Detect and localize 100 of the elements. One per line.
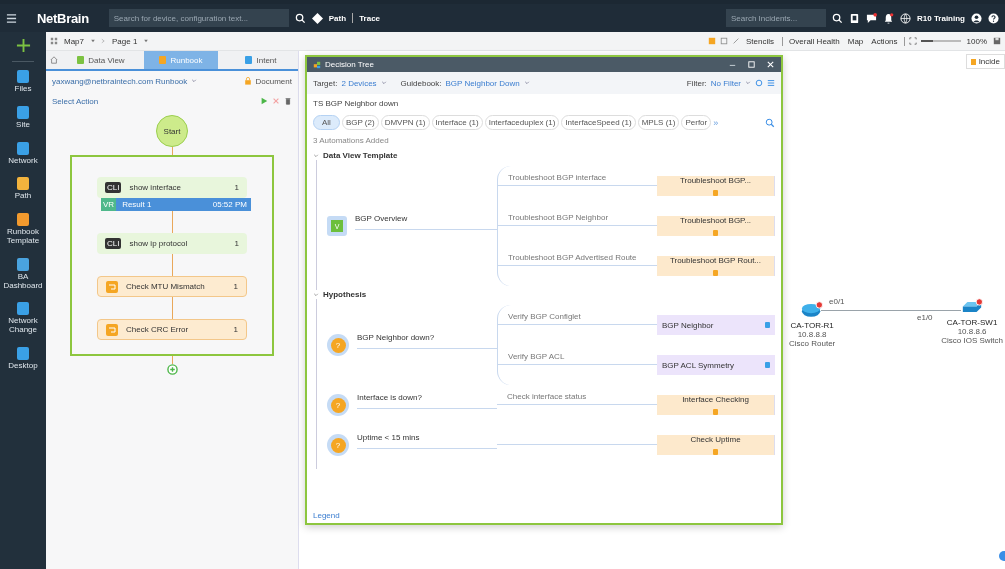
sidebar-item[interactable]: Network	[0, 141, 46, 166]
runbook-step[interactable]: CLI show ip protocol 1	[97, 233, 247, 254]
toolbar-action[interactable]: Map	[847, 36, 864, 46]
app-icon	[17, 302, 29, 316]
branch-label: Troubleshoot BGP Neighbor	[508, 213, 609, 222]
toolbar-action[interactable]: Stencils	[746, 36, 775, 46]
node-label: Uptime < 15 mins	[357, 433, 497, 449]
pen-icon[interactable]	[732, 37, 741, 45]
automation-card[interactable]: BGP Neighbor	[657, 315, 775, 335]
user-icon[interactable]	[971, 12, 982, 24]
page-menu[interactable]: Page 1	[112, 36, 138, 46]
chevron-right-icon	[100, 38, 106, 44]
automation-card[interactable]: Troubleshoot BGP...	[657, 216, 775, 236]
runbook-step[interactable]: CLI show interface 1	[97, 177, 247, 198]
bell-icon[interactable]	[883, 12, 894, 24]
sidebar-item[interactable]: Site	[0, 105, 46, 130]
grid-icon[interactable]	[50, 37, 58, 45]
map-menu[interactable]: Map7	[64, 36, 84, 46]
automation-card[interactable]: Troubleshoot BGP Rout...	[657, 256, 775, 276]
automation-card[interactable]: Troubleshoot BGP...	[657, 176, 775, 196]
app-icon	[17, 105, 29, 119]
chevron-down-icon	[380, 80, 387, 86]
check-step-icon	[106, 280, 118, 293]
app-icon	[17, 70, 29, 83]
runbook-selector[interactable]: yaxwang@netbraintech.com Runbook	[52, 76, 188, 86]
document-link[interactable]: Document	[255, 76, 292, 86]
device-name: CA-TOR-SW1	[946, 318, 998, 327]
save-icon[interactable]	[993, 37, 1001, 45]
caret-icon	[90, 38, 96, 44]
filter-dropdown[interactable]: No Filter	[710, 78, 741, 88]
node-label: Interface is down?	[357, 393, 497, 409]
sidebar-item[interactable]: Desktop	[0, 346, 46, 371]
start-node[interactable]: Start	[156, 115, 188, 147]
zoom-level: 100%	[966, 36, 987, 46]
help-icon[interactable]	[988, 12, 999, 24]
menu-icon[interactable]	[6, 12, 17, 24]
toolbar-action[interactable]: Actions	[871, 36, 898, 46]
refresh-icon[interactable]	[755, 79, 763, 87]
router-icon[interactable]	[801, 301, 824, 318]
automation-card[interactable]: BGP ACL Symmetry	[657, 355, 775, 375]
search-icon[interactable]	[294, 12, 306, 24]
square-icon[interactable]	[720, 37, 729, 45]
list-icon[interactable]	[767, 79, 775, 87]
node-label: BGP Overview	[355, 214, 497, 230]
device-type: Cisco IOS Switch	[941, 336, 1003, 345]
device-ip: 10.8.8.6	[957, 327, 987, 336]
switch-icon[interactable]	[961, 298, 984, 315]
globe-icon	[900, 12, 911, 24]
play-icon[interactable]	[260, 97, 268, 105]
chevron-down-icon	[745, 80, 751, 86]
runbook-step[interactable]: Check MTU Mismatch 1	[97, 276, 247, 297]
add-icon[interactable]	[15, 38, 31, 53]
section-title: Data View Template	[323, 151, 398, 160]
search-field[interactable]: Search for device, configuration text...	[108, 9, 289, 27]
app-icon	[17, 346, 29, 360]
automation-count: 3 Automations Added	[313, 136, 390, 145]
incident-search-field[interactable]: Search Incidents...	[726, 9, 826, 27]
panel-tab[interactable]: Data View	[64, 51, 138, 69]
app-icon	[17, 177, 29, 191]
domain-menu[interactable]: R10 Training	[917, 13, 965, 23]
chat-icon[interactable]	[866, 12, 877, 24]
sidebar-item[interactable]: BA Dashboard	[0, 257, 46, 291]
trace-link[interactable]: Trace	[359, 13, 381, 23]
toolbar-action[interactable]: Overall Health	[782, 36, 840, 46]
guidebook-dropdown[interactable]: BGP Neighbor Down	[445, 78, 520, 88]
port-label: e0/1	[829, 297, 845, 306]
section-title: Hypothesis	[323, 290, 367, 299]
search-icon[interactable]	[832, 12, 843, 24]
device-ip: 10.8.8.8	[797, 330, 827, 339]
filter-label: Filter:	[686, 78, 707, 88]
add-step-icon[interactable]	[166, 364, 178, 375]
maximize-icon[interactable]	[747, 60, 756, 69]
target-dropdown[interactable]: 2 Devices	[341, 78, 377, 88]
incident-tab[interactable]: Incide	[965, 54, 1005, 69]
sidebar-item[interactable]: Runbook Template	[0, 213, 46, 246]
device-name: CA-TOR-R1	[790, 321, 834, 330]
panel-tab[interactable]: Intent	[224, 51, 298, 69]
automation-card[interactable]: Interface Checking	[657, 395, 775, 415]
sidebar-item[interactable]: Path	[0, 177, 46, 202]
runbook-step[interactable]: Check CRC Error 1	[97, 319, 247, 340]
automation-card[interactable]: Check Uptime	[657, 435, 775, 455]
fit-icon[interactable]	[908, 37, 917, 45]
tree-icon	[313, 60, 321, 69]
chevron-down-icon	[191, 78, 198, 84]
device-icon[interactable]	[849, 12, 860, 24]
branch-label: Check interface status	[507, 392, 587, 401]
filter-chip[interactable]: All	[313, 115, 340, 130]
port-label: e1/0	[917, 313, 933, 322]
caret-icon	[143, 38, 150, 44]
select-action-label: Select Action	[52, 96, 99, 106]
home-icon[interactable]	[50, 56, 58, 64]
branch-label: Troubleshoot BGP Advertised Route	[508, 253, 637, 262]
trash-icon[interactable]	[284, 97, 292, 105]
legend-link[interactable]: Legend	[313, 511, 340, 520]
sidebar-item[interactable]: Files	[0, 70, 46, 94]
path-link[interactable]: Path	[328, 13, 347, 23]
branch-label: Verify BGP ACL	[508, 352, 565, 361]
device-type: Cisco Router	[789, 339, 836, 348]
sidebar-item[interactable]: Network Change	[0, 302, 46, 335]
target-label: Target:	[313, 78, 338, 88]
